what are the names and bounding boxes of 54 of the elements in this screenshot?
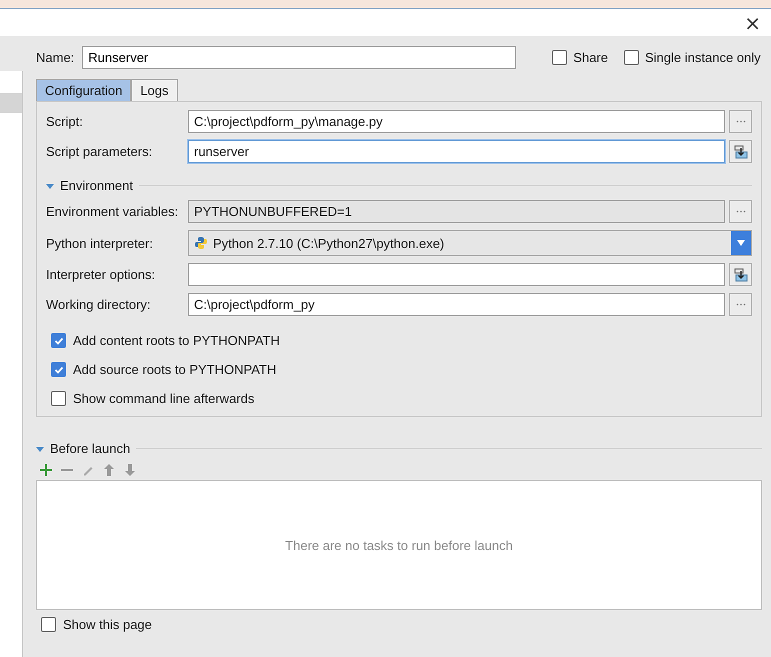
dropdown-button[interactable] [731,231,751,255]
field-label: Script parameters: [46,144,154,159]
checkbox[interactable] [624,50,639,65]
tab[interactable]: Logs [131,79,178,101]
ellipsis-icon [736,303,746,306]
ellipsis-icon [736,210,746,213]
python-logo-icon [194,236,208,250]
checkbox-label: Show command line afterwards [73,391,254,406]
text-field[interactable] [188,263,725,286]
browse-button[interactable] [729,200,752,223]
close-button[interactable]: × [740,12,765,32]
caret-icon [737,240,745,246]
insert-arrow-icon [732,266,748,282]
browse-button[interactable] [729,293,752,316]
field-label: Script: [46,114,84,129]
text-field[interactable]: C:\project\pdform_py\manage.py [188,110,725,133]
checkbox-label: Add source roots to PYTHONPATH [73,362,276,377]
add-icon[interactable] [40,464,52,476]
interpreter-value: Python 2.7.10 (C:\Python27\python.exe) [213,236,446,250]
field-label: Interpreter options: [46,267,156,282]
name-label: Name: [36,50,74,65]
check-icon [54,364,64,374]
pencil-icon[interactable] [82,464,94,476]
checkbox[interactable] [552,50,568,65]
insert-macro-button[interactable] [729,140,752,163]
text-field[interactable]: C:\project\pdform_py [188,293,725,316]
checkbox[interactable] [51,333,66,348]
text-field[interactable]: runserver [188,140,725,163]
insert-macro-button[interactable] [729,263,752,286]
option-label: Single instance only [645,50,761,65]
field-label: Python interpreter: [46,236,154,250]
checkbox[interactable] [51,391,66,406]
expand-caret-icon[interactable] [36,444,44,452]
checkbox-label: Show this page [63,617,152,632]
down-arrow-icon[interactable] [124,464,136,476]
ellipsis-icon [736,120,746,123]
up-arrow-icon[interactable] [103,464,115,476]
tab[interactable]: Configuration [36,79,132,101]
checkbox[interactable] [51,362,66,377]
expand-caret-icon[interactable] [46,182,54,190]
section-title: Environment [60,178,133,193]
check-icon [54,336,64,346]
checkbox-label: Add content roots to PYTHONPATH [73,333,280,348]
field-label: Working directory: [46,297,152,312]
name-field[interactable]: Runserver [82,46,516,69]
empty-message: There are no tasks to run before launch [285,538,513,552]
field-label: Environment variables: [46,204,180,219]
insert-arrow-icon [732,144,748,160]
option-label: Share [573,50,608,65]
interpreter-dropdown[interactable]: Python 2.7.10 (C:\Python27\python.exe) [188,230,752,256]
text-field[interactable]: PYTHONUNBUFFERED=1 [188,200,725,223]
checkbox[interactable] [41,617,56,632]
browse-button[interactable] [729,110,752,133]
section-title: Before launch [50,441,130,456]
